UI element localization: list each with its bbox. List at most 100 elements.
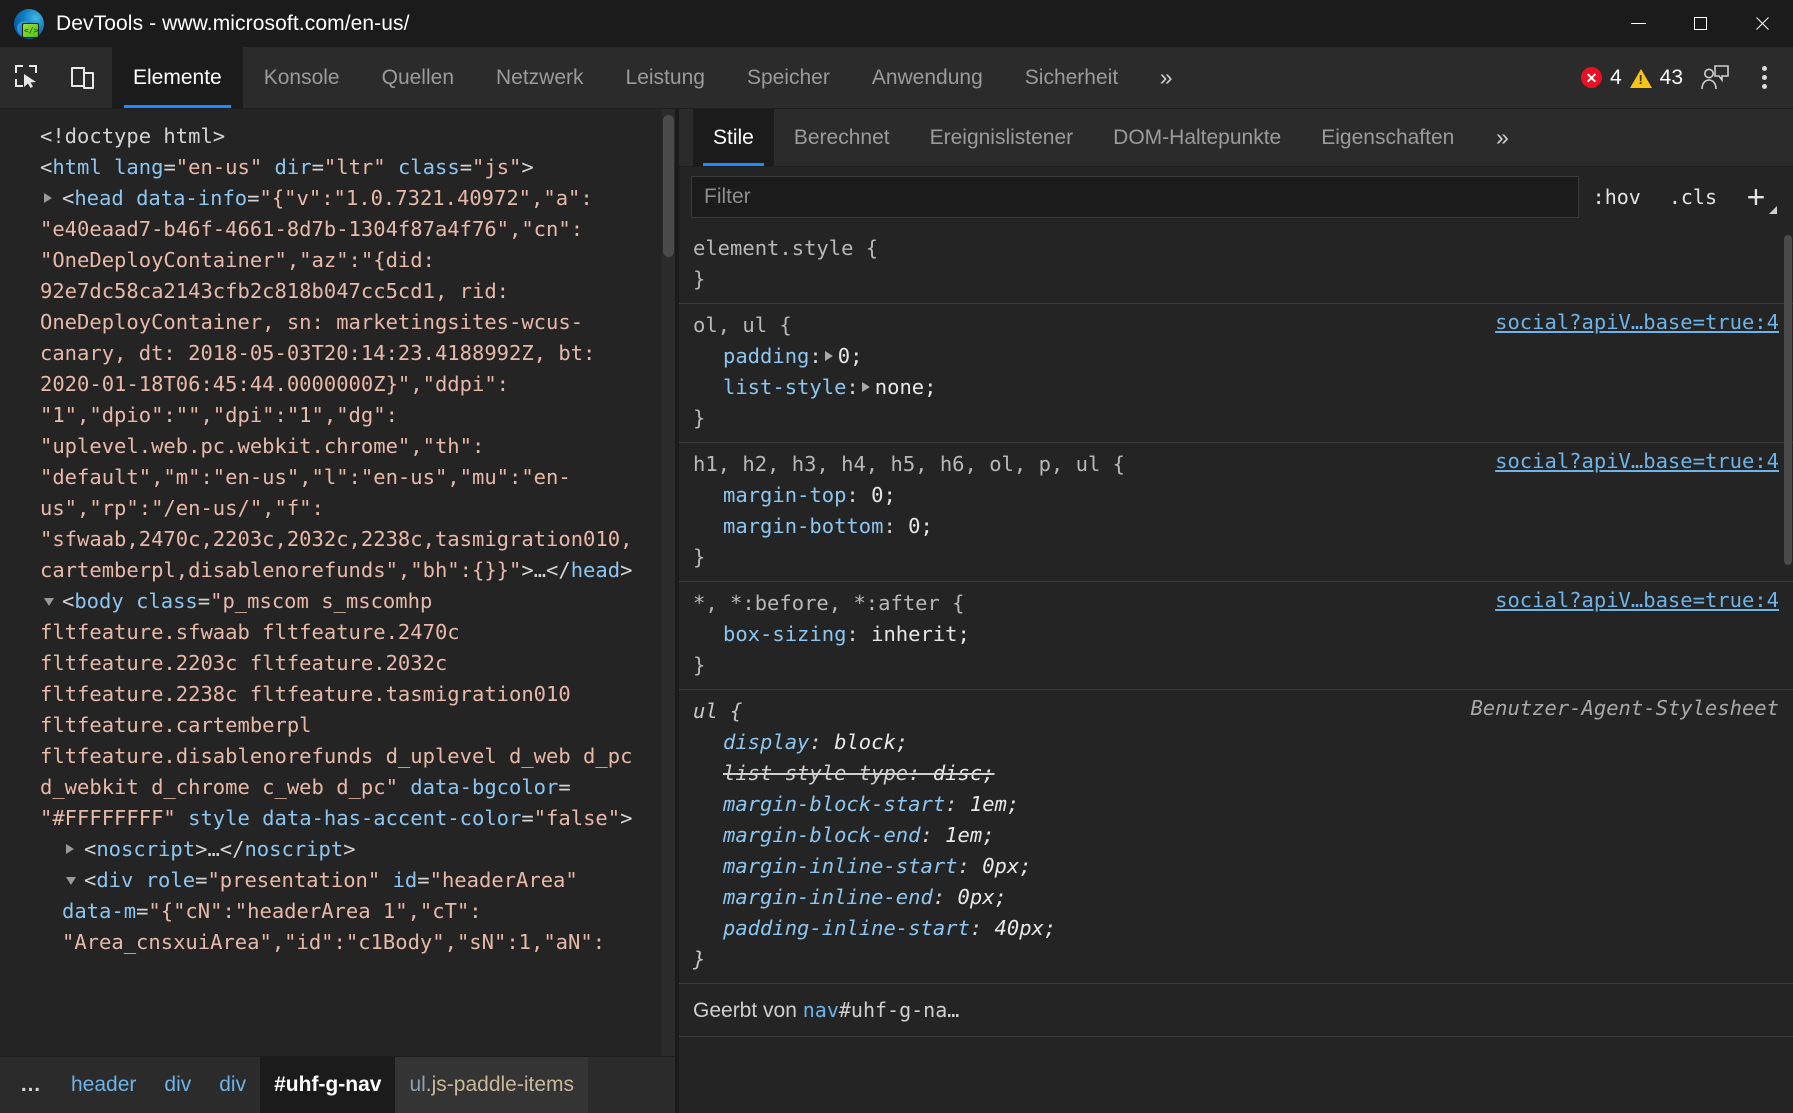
css-value[interactable]: 0px; bbox=[982, 854, 1031, 878]
dom-tree-line[interactable]: fltfeature.2238c fltfeature.tasmigration… bbox=[0, 679, 662, 710]
more-tabs-button[interactable]: » bbox=[1139, 47, 1193, 108]
hov-toggle-button[interactable]: :hov bbox=[1579, 185, 1655, 209]
css-declaration[interactable]: margin-inline-start: 0px; bbox=[679, 851, 1793, 882]
dom-tree-line[interactable]: us","rp":"/en-us/","f": bbox=[0, 493, 662, 524]
dom-tree-line[interactable]: fltfeature.cartemberpl bbox=[0, 710, 662, 741]
css-value[interactable]: 40px; bbox=[995, 916, 1057, 940]
collapse-caret-icon[interactable] bbox=[44, 598, 54, 606]
dom-tree-line[interactable]: d_webkit d_chrome c_web d_pc" data-bgcol… bbox=[0, 772, 662, 803]
css-declaration[interactable]: margin-block-start: 1em; bbox=[679, 789, 1793, 820]
device-toolbar-button[interactable] bbox=[56, 47, 112, 108]
dom-tree-line[interactable]: <html lang="en-us" dir="ltr" class="js"> bbox=[0, 152, 662, 183]
css-declaration[interactable]: padding-inline-start: 40px; bbox=[679, 913, 1793, 944]
tab-netzwerk[interactable]: Netzwerk bbox=[475, 47, 605, 108]
new-style-rule-button[interactable]: + bbox=[1731, 176, 1781, 218]
dom-tree-line[interactable]: "uplevel.web.pc.webkit.chrome","th": bbox=[0, 431, 662, 462]
css-property[interactable]: padding bbox=[723, 344, 809, 368]
dom-tree-line[interactable]: cartemberpl,disablenorefunds","bh":{}}">… bbox=[0, 555, 662, 586]
tab-stile[interactable]: Stile bbox=[693, 109, 774, 166]
css-property[interactable]: margin-inline-end bbox=[723, 885, 933, 909]
dom-tree-line[interactable]: canary, dt: 2018-05-03T20:14:23.4188992Z… bbox=[0, 338, 662, 369]
dom-tree-scrollbar[interactable] bbox=[662, 109, 675, 1056]
dom-tree-line[interactable]: "sfwaab,2470c,2203c,2032c,2238c,tasmigra… bbox=[0, 524, 662, 555]
dom-tree-line[interactable]: "OneDeployContainer","az":"{did: bbox=[0, 245, 662, 276]
css-selector[interactable]: element.style { bbox=[679, 233, 1793, 264]
css-rules-scrollbar-thumb[interactable] bbox=[1784, 235, 1792, 565]
dom-tree-line[interactable]: "#FFFFFFFF" style data-has-accent-color=… bbox=[0, 803, 662, 834]
tab-ereignislistener[interactable]: Ereignislistener bbox=[910, 109, 1094, 166]
css-value[interactable]: 0; bbox=[838, 344, 863, 368]
css-source-link[interactable]: social?apiV…base=true:4 bbox=[1495, 588, 1779, 612]
collapse-caret-icon[interactable] bbox=[66, 877, 76, 885]
tab-sicherheit[interactable]: Sicherheit bbox=[1004, 47, 1139, 108]
dom-tree-line[interactable]: 2020-01-18T06:45:44.0000000Z}","ddpi": bbox=[0, 369, 662, 400]
css-value[interactable]: 1em; bbox=[970, 792, 1019, 816]
dom-tree-line[interactable]: <noscript>…</noscript> bbox=[0, 834, 662, 865]
dom-tree-line[interactable]: fltfeature.2203c fltfeature.2032c bbox=[0, 648, 662, 679]
breadcrumb-item[interactable]: #uhf-g-nav bbox=[260, 1057, 395, 1113]
css-declaration[interactable]: list-style:none; bbox=[679, 372, 1793, 403]
css-declaration[interactable]: box-sizing: inherit; bbox=[679, 619, 1793, 650]
dom-tree-line[interactable]: 92e7dc58ca2143cfb2c818b047cc5cd1, rid: bbox=[0, 276, 662, 307]
styles-filter-input[interactable] bbox=[691, 176, 1579, 218]
css-property[interactable]: margin-inline-start bbox=[723, 854, 958, 878]
dom-tree-line[interactable]: "e40eaad7-b46f-4661-8d7b-1304f87a4f76","… bbox=[0, 214, 662, 245]
tab-dom-haltepunkte[interactable]: DOM-Haltepunkte bbox=[1093, 109, 1301, 166]
css-property[interactable]: margin-top bbox=[723, 483, 846, 507]
issue-counts[interactable]: ✕ 4 43 bbox=[1575, 66, 1689, 90]
inspect-element-button[interactable] bbox=[0, 47, 56, 108]
feedback-button[interactable] bbox=[1689, 64, 1741, 92]
css-declaration[interactable]: list-style-type: disc; bbox=[679, 758, 1793, 789]
css-rule[interactable]: ul {Benutzer-Agent-Stylesheetdisplay: bl… bbox=[679, 690, 1793, 984]
dom-tree-line[interactable]: <div role="presentation" id="headerArea" bbox=[0, 865, 662, 896]
dom-tree-scrollbar-thumb[interactable] bbox=[663, 115, 674, 257]
dom-tree-line[interactable]: data-m="{"cN":"headerArea 1","cT": bbox=[0, 896, 662, 927]
dom-tree-line[interactable]: <head data-info="{"v":"1.0.7321.40972","… bbox=[0, 183, 662, 214]
css-value[interactable]: 1em; bbox=[945, 823, 994, 847]
expand-caret-icon[interactable] bbox=[66, 844, 74, 854]
maximize-button[interactable] bbox=[1669, 0, 1731, 47]
breadcrumb-item[interactable]: ul.js-paddle-items bbox=[395, 1057, 588, 1113]
css-property[interactable]: box-sizing bbox=[723, 622, 846, 646]
tab-quellen[interactable]: Quellen bbox=[361, 47, 475, 108]
expand-caret-icon[interactable] bbox=[44, 193, 52, 203]
css-rules-list[interactable]: element.style {}ol, ul {social?apiV…base… bbox=[679, 227, 1793, 1113]
css-declaration[interactable]: padding:0; bbox=[679, 341, 1793, 372]
cls-toggle-button[interactable]: .cls bbox=[1655, 185, 1731, 209]
tab-leistung[interactable]: Leistung bbox=[605, 47, 726, 108]
tab-konsole[interactable]: Konsole bbox=[243, 47, 361, 108]
css-declaration[interactable]: margin-bottom: 0; bbox=[679, 511, 1793, 542]
css-declaration[interactable]: margin-block-end: 1em; bbox=[679, 820, 1793, 851]
devtools-menu-button[interactable] bbox=[1741, 66, 1787, 89]
css-rule[interactable]: *, *:before, *:after {social?apiV…base=t… bbox=[679, 582, 1793, 690]
css-value[interactable]: disc; bbox=[933, 761, 995, 785]
close-button[interactable] bbox=[1731, 0, 1793, 47]
css-rules-scrollbar[interactable] bbox=[1783, 227, 1793, 1113]
css-property[interactable]: margin-block-start bbox=[723, 792, 945, 816]
dom-tree-line[interactable]: <body class="p_mscom s_mscomhp bbox=[0, 586, 662, 617]
css-value[interactable]: 0; bbox=[908, 514, 933, 538]
css-rule[interactable]: ol, ul {social?apiV…base=true:4padding:0… bbox=[679, 304, 1793, 443]
css-property[interactable]: margin-block-end bbox=[723, 823, 920, 847]
breadcrumb-item[interactable]: div bbox=[205, 1057, 260, 1113]
dom-tree-line[interactable]: fltfeature.disablenorefunds d_uplevel d_… bbox=[0, 741, 662, 772]
dom-tree-line[interactable]: OneDeployContainer, sn: marketingsites-w… bbox=[0, 307, 662, 338]
css-rule[interactable]: element.style {} bbox=[679, 227, 1793, 304]
breadcrumb-item[interactable]: div bbox=[150, 1057, 205, 1113]
css-rule-partial[interactable] bbox=[679, 1037, 1793, 1061]
tab-elemente[interactable]: Elemente bbox=[112, 47, 243, 108]
css-value[interactable]: none; bbox=[875, 375, 937, 399]
css-rule[interactable]: h1, h2, h3, h4, h5, h6, ol, p, ul {socia… bbox=[679, 443, 1793, 582]
dom-tree-line[interactable]: "1","dpio":"","dpi":"1","dg": bbox=[0, 400, 662, 431]
minimize-button[interactable] bbox=[1607, 0, 1669, 47]
tab-eigenschaften[interactable]: Eigenschaften bbox=[1301, 109, 1474, 166]
more-styles-tabs-button[interactable]: » bbox=[1474, 109, 1530, 166]
css-source-link[interactable]: social?apiV…base=true:4 bbox=[1495, 449, 1779, 473]
css-declaration[interactable]: margin-inline-end: 0px; bbox=[679, 882, 1793, 913]
breadcrumb-item[interactable]: header bbox=[57, 1057, 150, 1113]
dom-tree-line[interactable]: <!doctype html> bbox=[0, 121, 662, 152]
tab-anwendung[interactable]: Anwendung bbox=[851, 47, 1004, 108]
tab-speicher[interactable]: Speicher bbox=[726, 47, 851, 108]
css-declaration[interactable]: margin-top: 0; bbox=[679, 480, 1793, 511]
css-value[interactable]: 0px; bbox=[958, 885, 1007, 909]
